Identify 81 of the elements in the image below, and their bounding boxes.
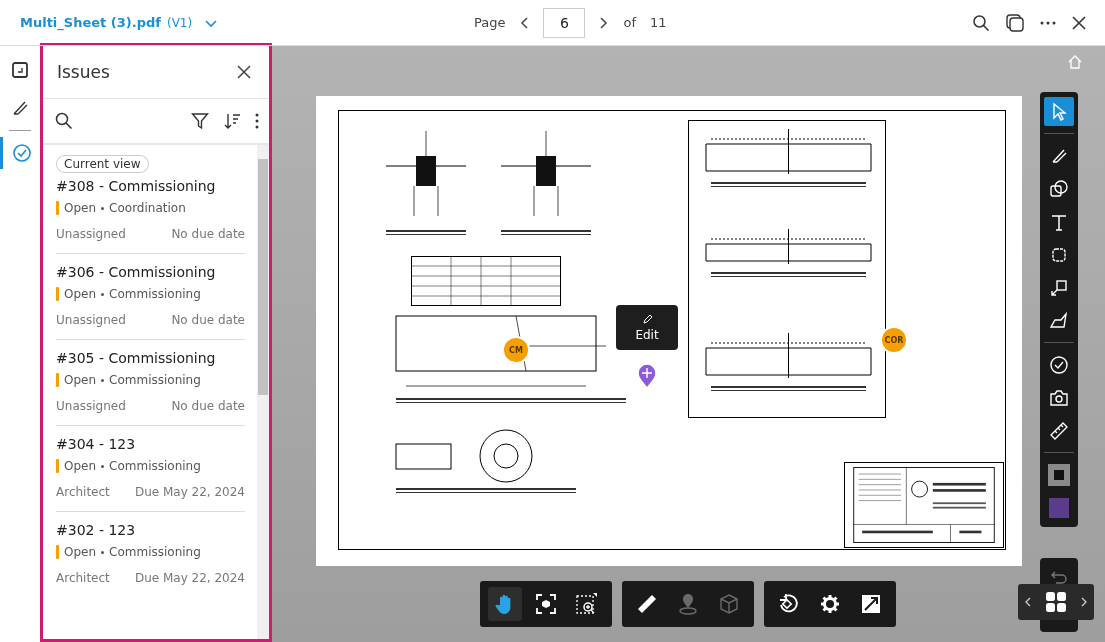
pointer-icon xyxy=(1050,101,1068,122)
separator-dot xyxy=(101,550,105,554)
issue-title: #308 - Commissioning xyxy=(56,177,217,196)
page-number-field[interactable]: 6 xyxy=(543,7,586,38)
polygon-icon xyxy=(1049,311,1069,330)
chevron-right-icon[interactable] xyxy=(1080,597,1088,607)
issue-type: Commissioning xyxy=(109,544,201,561)
filter-icon[interactable] xyxy=(191,112,209,130)
issue-title: #305 - Commissioning xyxy=(56,349,217,368)
issue-due-date: No due date xyxy=(171,226,245,243)
expand-icon xyxy=(861,594,882,614)
check-circle-icon xyxy=(1049,354,1069,375)
location-pin-icon[interactable] xyxy=(636,363,658,389)
issue-card[interactable]: #308 - Commissioning Open Coordination Unassigned No due date xyxy=(56,173,245,253)
issue-card[interactable]: #305 - Commissioning Open Commissioning Unassigned No due date xyxy=(56,339,245,425)
more-icon[interactable] xyxy=(1040,19,1056,26)
issue-type: Commissioning xyxy=(109,286,201,303)
sheet-icon xyxy=(11,61,29,79)
next-page-icon[interactable] xyxy=(597,15,610,30)
tool-button[interactable] xyxy=(487,587,522,621)
search-icon[interactable] xyxy=(55,112,73,130)
check-circle-icon xyxy=(11,143,32,163)
issue-due-date: Due May 22, 2024 xyxy=(134,484,245,501)
search-icon[interactable] xyxy=(972,13,990,32)
issue-assignee: Architect xyxy=(56,484,110,501)
panel-title: Issues xyxy=(57,62,110,82)
issue-assignee: Architect xyxy=(56,570,110,587)
page-label: Page xyxy=(474,15,506,30)
settings-icon xyxy=(820,594,840,614)
page-count: 11 xyxy=(650,15,667,30)
issue-status: Open xyxy=(64,200,97,217)
zoom-window-icon xyxy=(575,592,600,616)
ruler-icon xyxy=(1049,420,1069,441)
issue-status: Open xyxy=(64,372,97,389)
fill-swatch xyxy=(1049,497,1069,518)
camera-icon xyxy=(1049,388,1069,407)
issue-card[interactable]: #306 - Commissioning Open Commissioning Unassigned No due date xyxy=(56,253,245,339)
cloud-shape-icon xyxy=(1050,245,1068,264)
pencil-icon xyxy=(641,313,653,325)
issue-due-date: Due May 22, 2024 xyxy=(134,570,245,587)
text-icon xyxy=(1050,212,1068,231)
version-label: (V1) xyxy=(166,15,193,30)
fit-view-icon xyxy=(535,593,557,615)
issue-status: Open xyxy=(64,286,97,303)
issue-type: Coordination xyxy=(109,200,186,217)
issue-title: #306 - Commissioning xyxy=(56,263,217,282)
of-label: of xyxy=(623,15,636,30)
layers-icon[interactable] xyxy=(1005,12,1025,33)
issue-due-date: No due date xyxy=(171,398,245,415)
issue-title: #302 - 123 xyxy=(56,521,137,540)
chevron-left-icon[interactable] xyxy=(1024,597,1032,607)
undo-icon[interactable] xyxy=(1050,570,1068,586)
issue-status: Open xyxy=(64,544,97,561)
rotate-icon xyxy=(777,593,800,615)
issue-status: Open xyxy=(64,458,97,475)
stroke-swatch xyxy=(1048,463,1070,486)
grid-icon[interactable] xyxy=(1045,591,1067,613)
separator-dot xyxy=(101,206,105,210)
sort-icon[interactable] xyxy=(223,112,241,130)
separator-dot xyxy=(101,292,105,296)
shapes-icon xyxy=(1049,178,1069,199)
issue-due-date: No due date xyxy=(171,312,245,329)
more-icon[interactable] xyxy=(255,113,259,129)
file-name[interactable]: Multi_Sheet (3).pdf xyxy=(20,15,161,30)
issue-type: Commissioning xyxy=(109,372,201,389)
issue-assignee: Unassigned xyxy=(56,398,126,415)
edit-button[interactable]: Edit xyxy=(616,305,678,350)
callout-icon xyxy=(1050,278,1068,297)
location-pin-icon xyxy=(678,592,698,616)
scrollbar[interactable] xyxy=(257,145,269,639)
close-icon[interactable] xyxy=(237,65,251,79)
close-icon[interactable] xyxy=(1071,14,1087,31)
separator-dot xyxy=(101,378,105,382)
issue-assignee: Unassigned xyxy=(56,312,126,329)
issue-card[interactable]: #302 - 123 Open Commissioning Architect Due May 22, 2024 xyxy=(56,511,245,597)
separator-dot xyxy=(101,464,105,468)
issue-card[interactable]: #304 - 123 Open Commissioning Architect Due May 22, 2024 xyxy=(56,425,245,511)
issue-title: #304 - 123 xyxy=(56,435,137,454)
cube-icon xyxy=(718,593,741,615)
issue-assignee: Unassigned xyxy=(56,226,126,243)
issue-type: Commissioning xyxy=(109,458,201,475)
